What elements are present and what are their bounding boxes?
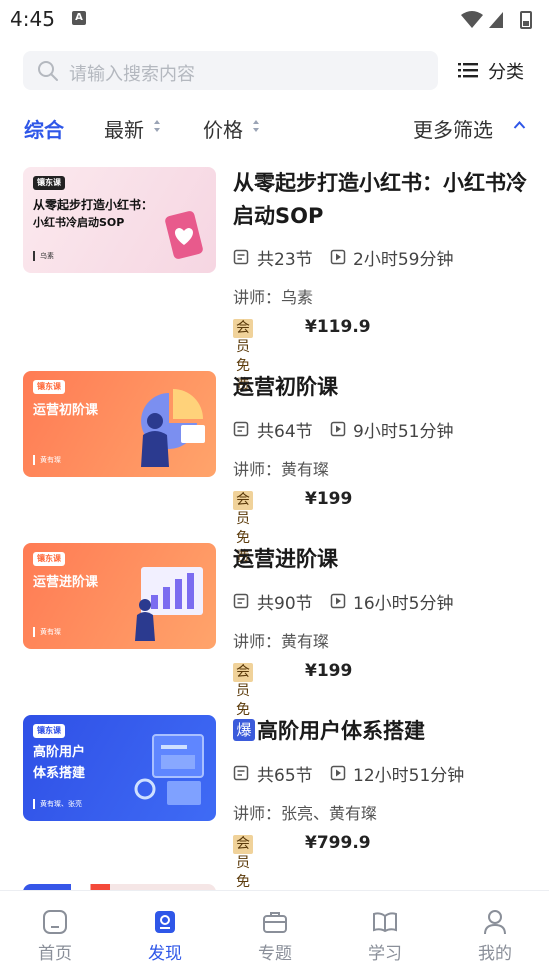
topic-icon (263, 912, 287, 933)
search-placeholder: 请输入搜索内容 (69, 64, 195, 85)
bottom-tab-bar: 首页 发现 专题 学习 我的 (0, 890, 549, 977)
hot-badge: 爆 (233, 719, 255, 741)
discover-icon (155, 911, 175, 933)
vip-free-badge: 会员免费 (233, 491, 253, 565)
duration: 9小时51分钟 (353, 422, 454, 442)
course-price: ¥199 (305, 489, 353, 509)
course-title: 运营进阶课 (233, 547, 338, 571)
tab-topic[interactable]: 专题 (220, 891, 330, 977)
tab-study[interactable]: 学习 (330, 891, 440, 977)
study-icon (373, 912, 397, 933)
filter-tab-newest[interactable]: 最新 (104, 114, 144, 143)
sort-icon (154, 120, 160, 132)
status-time: 4:45 (10, 7, 55, 31)
thumb-subtitle: 体系搭建 (33, 766, 86, 781)
vip-free-badge: 会员免费 (233, 835, 253, 909)
thumb-subtitle: 小红书冷启动SOP (33, 216, 125, 229)
lesson-count: 共64节 (257, 422, 313, 442)
signal-battery-icon (461, 11, 532, 29)
duration: 16小时5分钟 (353, 594, 454, 614)
course-price: ¥119.9 (305, 317, 371, 337)
course-teacher: 讲师：黄有璨 (233, 632, 330, 651)
filter-tab-comprehensive[interactable]: 综合 (24, 114, 64, 143)
course-title: 运营初阶课 (233, 375, 338, 399)
list-icon (458, 63, 478, 78)
course-item[interactable]: 镶东课 运营进阶课 黄有璨 运营进阶课 共90节 16小时5分钟 讲师：黄有璨 … (0, 543, 549, 737)
thumb-teacher: 黄有璨 (33, 455, 61, 465)
sort-icon (253, 120, 259, 132)
course-item[interactable]: 镶东课 高阶用户 体系搭建 黄有璨、张亮 爆高阶用户体系搭建 共65节 12小时… (0, 715, 549, 909)
course-meta: 共23节 2小时59分钟 (233, 245, 543, 270)
course-title: 从零起步打造小红书：小红书冷启动SOP (233, 171, 527, 228)
course-price: ¥799.9 (305, 833, 371, 853)
search-icon (38, 61, 58, 81)
status-bar: 4:45 A (0, 0, 549, 38)
category-button[interactable]: 分类 (458, 58, 538, 84)
lesson-count: 共90节 (257, 594, 313, 614)
course-teacher: 讲师：乌素 (233, 288, 314, 307)
course-meta: 共64节 9小时51分钟 (233, 417, 543, 442)
chevron-up-icon (513, 121, 526, 129)
duration: 2小时59分钟 (353, 250, 454, 270)
brand-tag: 镶东课 (33, 176, 65, 190)
home-icon (43, 910, 67, 934)
dashboard-illustration (134, 734, 204, 805)
course-teacher: 讲师：黄有璨 (233, 460, 330, 479)
course-item[interactable]: 镶东课 运营初阶课 黄有璨 运营初阶课 共64节 9小时51分钟 讲师：黄有璨 … (0, 371, 549, 565)
tab-label: 专题 (258, 944, 292, 964)
course-meta: 共90节 16小时5分钟 (233, 589, 543, 614)
course-thumbnail: 镶东课 从零起步打造小红书： 小红书冷启动SOP 乌素 (23, 167, 216, 273)
tab-profile[interactable]: 我的 (440, 891, 549, 977)
tab-label: 学习 (368, 944, 402, 964)
duration: 12小时51分钟 (353, 766, 465, 786)
thumb-teacher: 乌素 (33, 251, 54, 261)
tab-label: 首页 (38, 944, 72, 964)
growth-chart-illustration (135, 567, 203, 641)
tab-label: 我的 (478, 944, 512, 964)
profile-icon (484, 910, 506, 935)
notification-icon: A (72, 11, 86, 25)
play-icon (330, 765, 346, 781)
course-item[interactable]: 镶东课 从零起步打造小红书： 小红书冷启动SOP 乌素 从零起步打造小红书：小红… (0, 167, 549, 393)
course-title: 爆高阶用户体系搭建 (233, 715, 533, 748)
course-thumbnail: 镶东课 运营进阶课 黄有璨 (23, 543, 216, 649)
lessons-icon (233, 249, 249, 265)
lessons-icon (233, 593, 249, 609)
filter-bar: 综合 最新 价格 更多筛选 (0, 110, 549, 150)
lesson-count: 共23节 (257, 250, 313, 270)
play-icon (330, 249, 346, 265)
play-icon (330, 593, 346, 609)
more-filters-button[interactable]: 更多筛选 (413, 114, 493, 143)
search-input[interactable]: 请输入搜索内容 (23, 51, 438, 90)
thumb-teacher: 黄有璨 (33, 627, 61, 637)
vip-free-badge: 会员免费 (233, 663, 253, 737)
tab-discover[interactable]: 发现 (110, 891, 220, 977)
brand-tag: 镶东课 (33, 552, 65, 566)
heart-phone-illustration (165, 211, 203, 259)
play-icon (330, 421, 346, 437)
thumb-title: 高阶用户 (33, 745, 86, 760)
brand-tag: 镶东课 (33, 724, 65, 738)
tab-home[interactable]: 首页 (0, 891, 110, 977)
thumb-title: 运营进阶课 (33, 575, 99, 590)
brand-tag: 镶东课 (33, 380, 65, 394)
course-price: ¥199 (305, 661, 353, 681)
lessons-icon (233, 421, 249, 437)
tab-label: 发现 (148, 944, 182, 964)
course-thumbnail: 镶东课 运营初阶课 黄有璨 (23, 371, 216, 477)
category-label: 分类 (488, 62, 524, 83)
thumb-title: 运营初阶课 (33, 403, 99, 418)
course-thumbnail: 镶东课 高阶用户 体系搭建 黄有璨、张亮 (23, 715, 216, 821)
thumb-teacher: 黄有璨、张亮 (33, 799, 82, 809)
course-teacher: 讲师：张亮、黄有璨 (233, 804, 378, 823)
lessons-icon (233, 765, 249, 781)
operations-illustration (141, 389, 205, 467)
course-meta: 共65节 12小时51分钟 (233, 761, 543, 786)
filter-tab-price[interactable]: 价格 (203, 114, 243, 143)
lesson-count: 共65节 (257, 766, 313, 786)
vip-free-badge: 会员免费 (233, 319, 253, 393)
thumb-title: 从零起步打造小红书： (33, 198, 154, 212)
course-title-text: 高阶用户体系搭建 (257, 719, 425, 743)
